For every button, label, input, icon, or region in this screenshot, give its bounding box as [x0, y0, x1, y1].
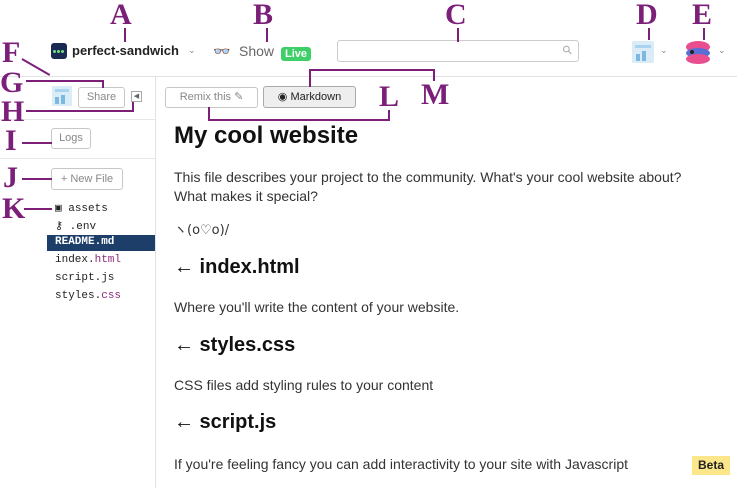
- collapse-sidebar-icon[interactable]: ◀: [131, 91, 142, 102]
- doc-heading-index: ← index.html: [174, 256, 300, 278]
- doc-body-script: If you're feeling fancy you can add inte…: [174, 456, 629, 472]
- callout-e: E: [692, 0, 713, 31]
- callout-line: [102, 80, 104, 88]
- callout-line: [457, 28, 459, 42]
- callout-c: C: [445, 0, 467, 31]
- callout-line: [26, 80, 104, 82]
- callout-line: [703, 28, 705, 40]
- callout-line: [208, 119, 390, 121]
- user-avatar[interactable]: [684, 39, 712, 65]
- project-avatar-icon: [635, 45, 651, 61]
- callout-a: A: [110, 0, 132, 31]
- callout-line: [309, 69, 311, 87]
- project-logo-icon[interactable]: [51, 43, 67, 59]
- chevron-down-icon[interactable]: ⌄: [188, 45, 196, 56]
- callout-l: L: [379, 80, 400, 113]
- eye-icon: ◉: [277, 91, 288, 103]
- callout-i: I: [5, 124, 17, 157]
- callout-line: [22, 142, 52, 144]
- assets-folder[interactable]: ▣ assets: [55, 201, 108, 215]
- callout-line: [132, 102, 134, 111]
- magic-wand-icon: ✎: [234, 91, 244, 103]
- project-name[interactable]: perfect-sandwich: [72, 43, 179, 58]
- doc-emoticon: ヽ(o♡o)/: [174, 223, 230, 238]
- callout-line: [309, 69, 435, 71]
- doc-body-styles: CSS files add styling rules to your cont…: [174, 377, 434, 393]
- callout-line: [648, 28, 650, 40]
- file-readme-selected[interactable]: README.md: [47, 235, 155, 251]
- doc-heading-script: ← script.js: [174, 411, 277, 433]
- remix-button[interactable]: Remix this ✎: [165, 87, 258, 108]
- markdown-toggle-button[interactable]: ◉ Markdown: [263, 86, 356, 108]
- chevron-down-icon[interactable]: ⌄: [660, 45, 668, 56]
- sunglasses-icon[interactable]: 👓: [213, 43, 230, 60]
- doc-intro: This file describes your project to the …: [174, 169, 682, 204]
- callout-line: [124, 28, 126, 42]
- search-icon: ⚲: [559, 41, 576, 59]
- callout-f: F: [2, 36, 21, 69]
- callout-d: D: [636, 0, 658, 31]
- callout-line: [266, 28, 268, 42]
- file-env[interactable]: ⚷ .env: [55, 219, 96, 233]
- callout-h: H: [1, 95, 25, 128]
- callout-line: [388, 110, 390, 120]
- file-styles-css[interactable]: styles.css: [55, 290, 121, 302]
- beta-badge[interactable]: Beta: [692, 456, 731, 475]
- logs-button[interactable]: Logs: [51, 128, 91, 149]
- file-script-js[interactable]: script.js: [55, 272, 114, 284]
- callout-k: K: [2, 192, 26, 225]
- doc-body-index: Where you'll write the content of your w…: [174, 299, 460, 315]
- share-button[interactable]: Share: [78, 87, 125, 108]
- divider: [0, 158, 155, 159]
- project-avatar-icon: [55, 89, 69, 104]
- file-index-html[interactable]: index.html: [55, 254, 121, 266]
- key-icon: ⚷: [55, 221, 64, 233]
- project-avatar-small[interactable]: [52, 86, 72, 106]
- doc-title: My cool website: [174, 122, 359, 149]
- archive-icon: ▣: [55, 203, 62, 215]
- chevron-down-icon[interactable]: ⌄: [718, 45, 726, 56]
- new-file-button[interactable]: + New File: [51, 168, 123, 190]
- search-input[interactable]: ⚲: [337, 40, 579, 62]
- live-badge: Live: [281, 47, 312, 61]
- callout-line: [26, 110, 134, 112]
- callout-line: [433, 69, 435, 81]
- callout-b: B: [253, 0, 274, 31]
- callout-g: G: [0, 66, 24, 99]
- show-button[interactable]: Show: [239, 43, 274, 59]
- callout-m: M: [421, 78, 450, 111]
- project-avatar[interactable]: [632, 41, 654, 63]
- callout-line: [22, 178, 52, 180]
- callout-j: J: [3, 161, 18, 194]
- callout-line: [24, 208, 52, 210]
- doc-heading-styles: ← styles.css: [174, 334, 296, 356]
